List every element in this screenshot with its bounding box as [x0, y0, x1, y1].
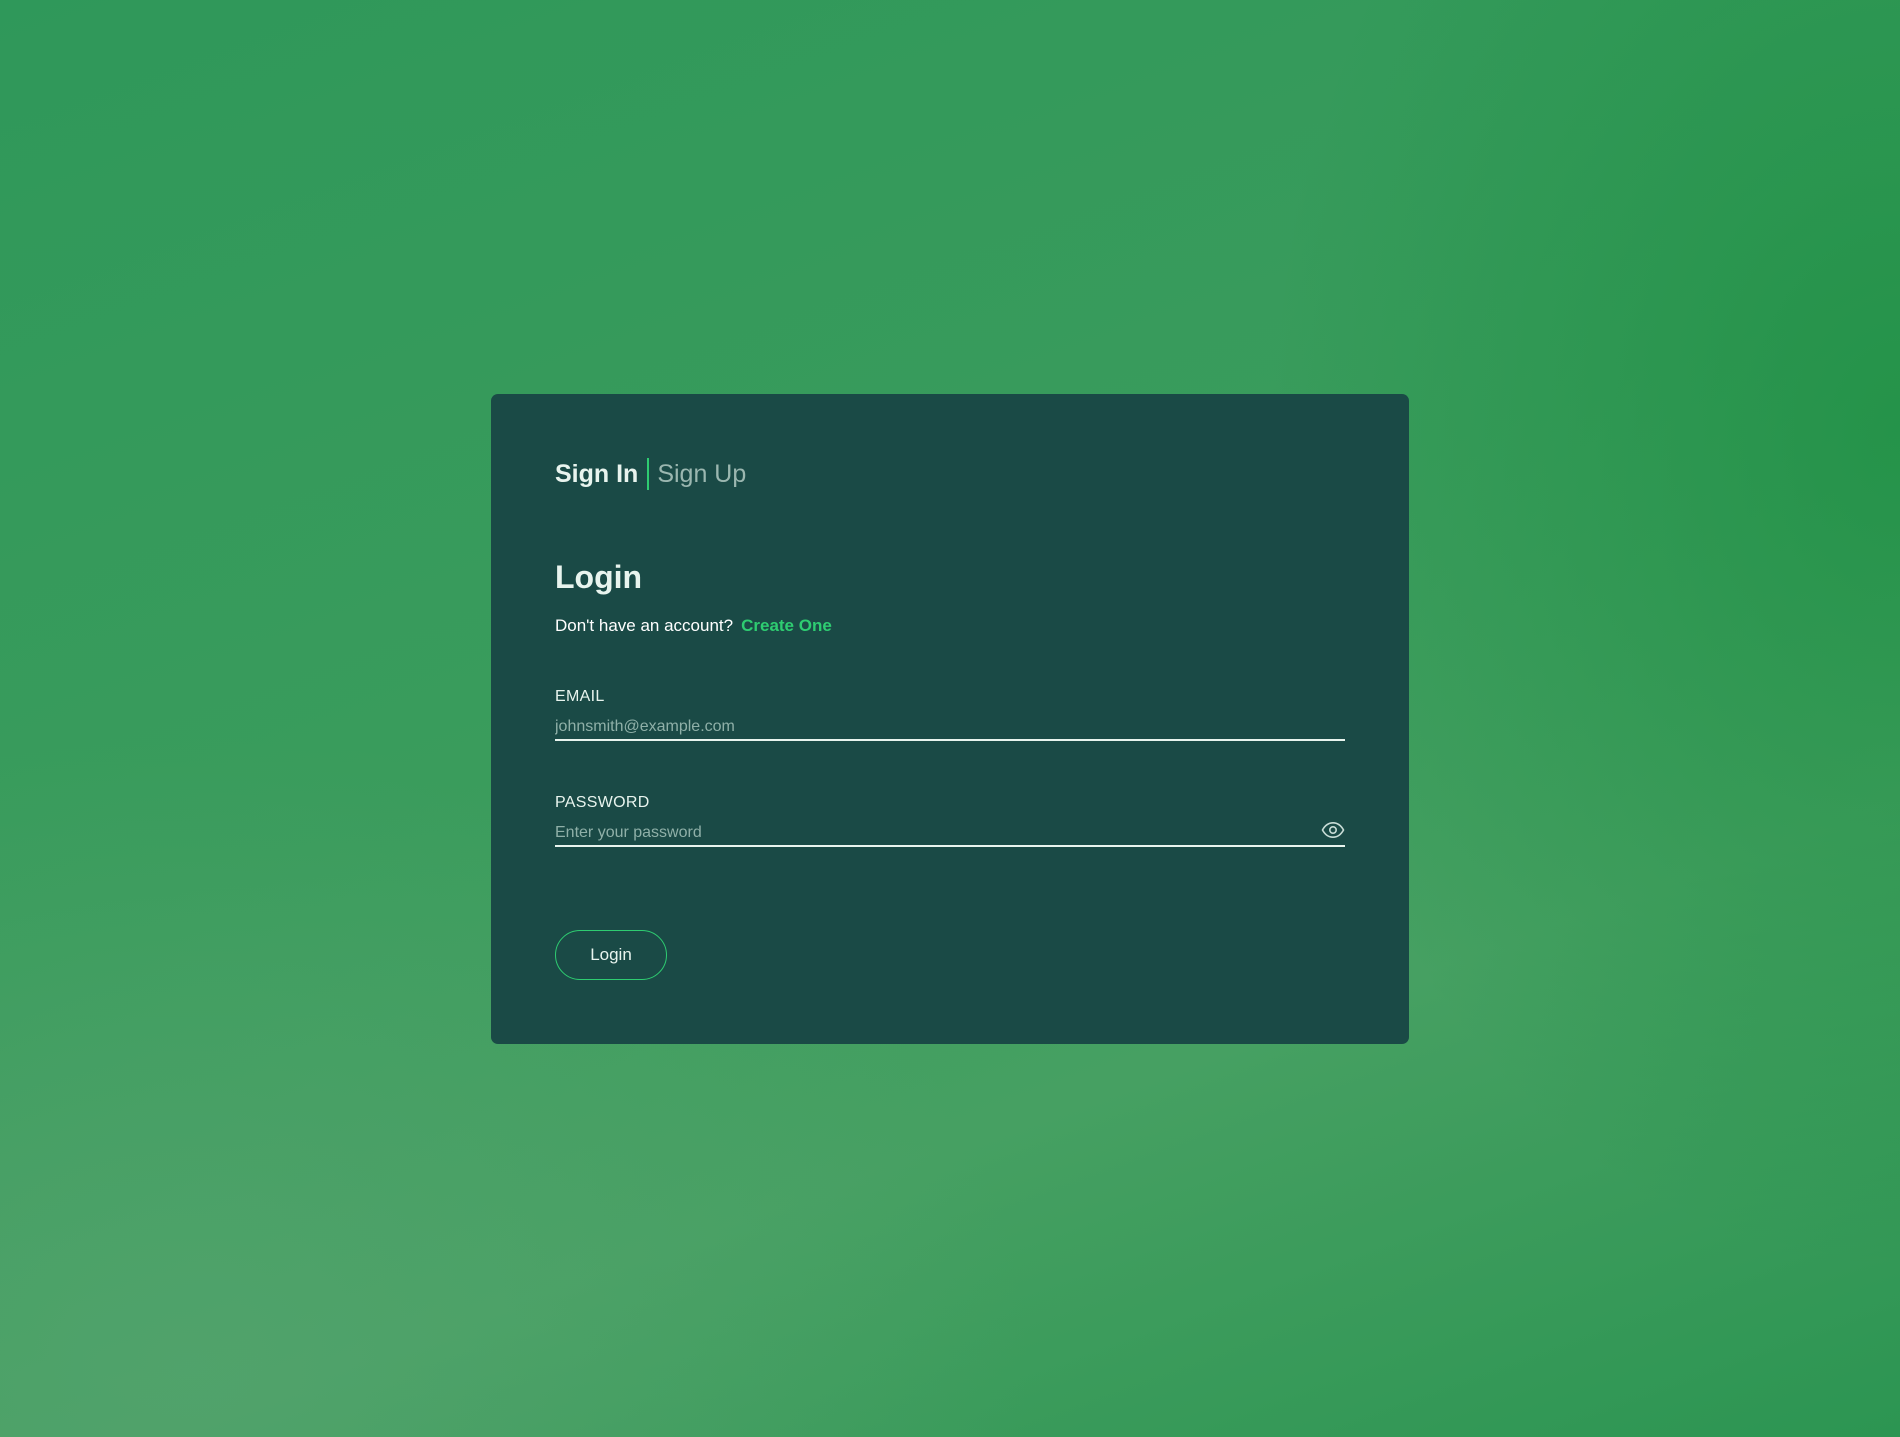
- password-label: PASSWORD: [555, 794, 650, 811]
- page-title: Login: [555, 559, 643, 595]
- login-button[interactable]: Login: [555, 930, 667, 980]
- create-account-link[interactable]: Create One: [741, 616, 832, 636]
- password-field[interactable]: [555, 822, 1345, 847]
- auth-tabs: Sign In Sign Up: [555, 456, 746, 492]
- email-label: EMAIL: [555, 688, 605, 705]
- account-prompt: Don't have an account? Create One: [555, 616, 832, 636]
- no-account-text: Don't have an account?: [555, 616, 734, 635]
- tab-sign-up[interactable]: Sign Up: [657, 460, 746, 489]
- tab-divider: [647, 458, 650, 490]
- password-field-group: PASSWORD: [555, 794, 1345, 847]
- email-field-group: EMAIL: [555, 688, 1345, 741]
- eye-icon[interactable]: [1321, 818, 1345, 842]
- login-card: Sign In Sign Up Login Don't have an acco…: [491, 394, 1409, 1044]
- tab-sign-in[interactable]: Sign In: [555, 460, 638, 489]
- email-field[interactable]: [555, 716, 1345, 741]
